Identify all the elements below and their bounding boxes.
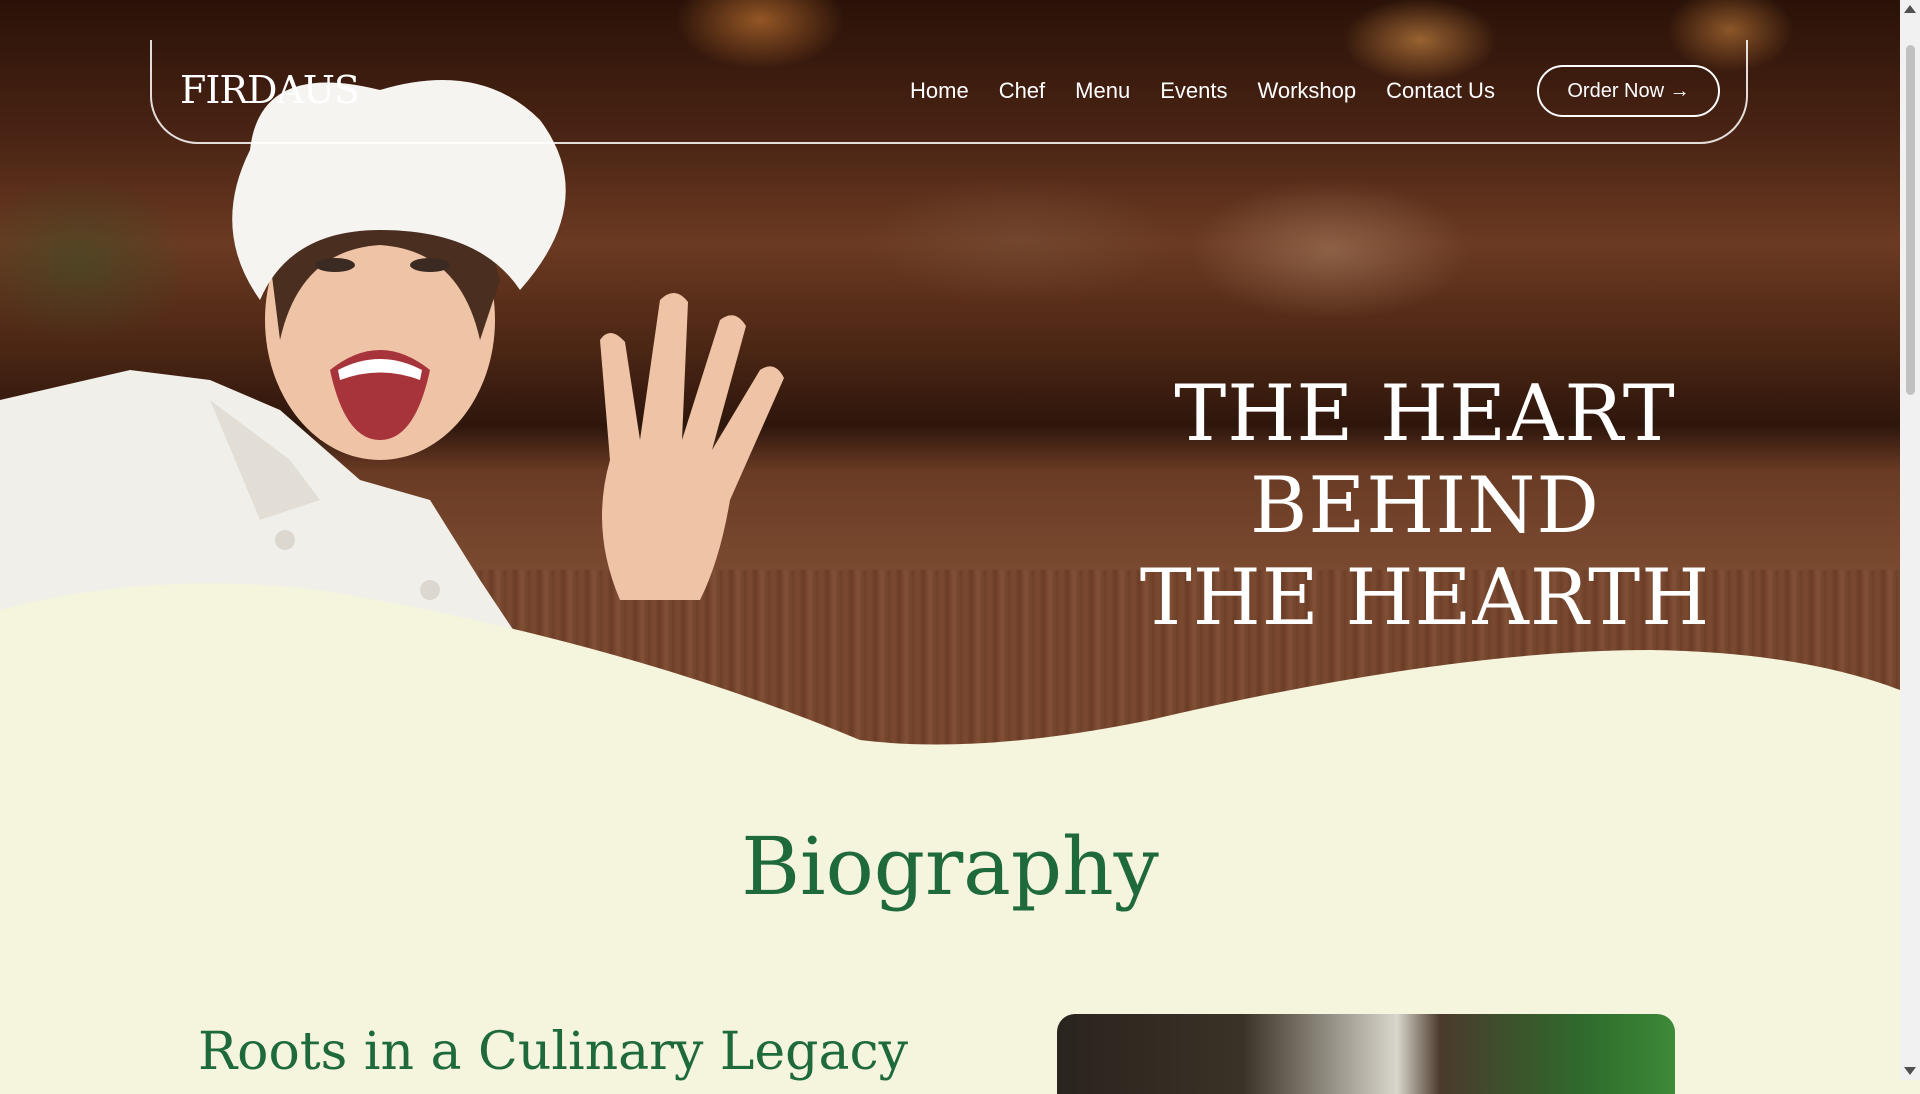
nav-menu[interactable]: Menu xyxy=(1075,78,1130,104)
biography-subtitle: Roots in a Culinary Legacy xyxy=(198,1022,908,1082)
hero-headline-line1: THE HEART BEHIND xyxy=(1174,369,1676,551)
scroll-down-icon[interactable] xyxy=(1904,1067,1916,1075)
main-menu: Home Chef Menu Events Workshop Contact U… xyxy=(910,78,1495,104)
scroll-up-icon[interactable] xyxy=(1904,5,1916,13)
brand-logo[interactable]: FIRDAUS xyxy=(180,68,360,112)
nav-contact-us[interactable]: Contact Us xyxy=(1386,78,1495,104)
order-now-button[interactable]: Order Now → xyxy=(1537,65,1720,117)
order-now-label: Order Now → xyxy=(1567,79,1690,102)
biography-photo xyxy=(1057,1014,1675,1094)
nav-chef[interactable]: Chef xyxy=(999,78,1045,104)
hero-headline: THE HEART BEHIND THE HEARTH xyxy=(1040,368,1810,644)
scrollbar-thumb[interactable] xyxy=(1906,45,1915,395)
biography-title: Biography xyxy=(741,820,1159,913)
page-scrollbar[interactable] xyxy=(1900,0,1920,1080)
hero-headline-line2: THE HEARTH xyxy=(1139,553,1711,643)
nav-events[interactable]: Events xyxy=(1160,78,1227,104)
nav-workshop[interactable]: Workshop xyxy=(1257,78,1356,104)
nav-home[interactable]: Home xyxy=(910,78,969,104)
